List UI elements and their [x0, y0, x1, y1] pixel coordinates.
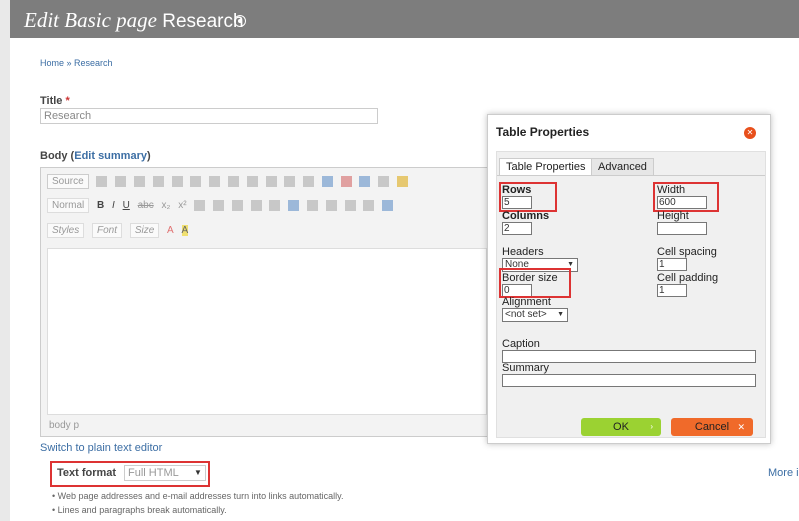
toolbar-row-2: Normal B I U abc x₂ x²	[47, 198, 398, 217]
height-input[interactable]	[657, 222, 707, 235]
headers-label: Headers	[502, 246, 544, 258]
breadcrumb[interactable]: Home » Research	[40, 58, 113, 68]
table-properties-dialog: Table Properties ✕ Table Properties Adva…	[487, 114, 771, 444]
dialog-body: Table Properties Advanced Rows 5 Columns…	[496, 151, 766, 438]
outdent-icon[interactable]	[231, 199, 243, 211]
cell-spacing-input[interactable]: 1	[657, 258, 687, 271]
columns-input[interactable]: 2	[502, 222, 532, 235]
tip-item: • Web page addresses and e-mail addresse…	[52, 491, 344, 501]
copy-icon[interactable]	[115, 175, 127, 187]
tip-item: • Lines and paragraphs break automatical…	[52, 505, 227, 515]
tab-divider	[497, 175, 765, 176]
edit-summary-link[interactable]: Edit summary	[74, 150, 147, 162]
align-right-icon[interactable]	[325, 199, 337, 211]
paste-word-icon[interactable]	[171, 175, 183, 187]
cut-icon[interactable]	[96, 175, 108, 187]
image-icon[interactable]	[321, 175, 333, 187]
toolbar-row-1: Source	[47, 174, 413, 193]
underline-button[interactable]: U	[123, 200, 130, 211]
strike-button[interactable]: abc	[138, 200, 154, 211]
smiley-icon[interactable]	[396, 175, 408, 187]
redo-icon[interactable]	[227, 175, 239, 187]
chevron-down-icon: ▼	[194, 468, 202, 477]
more-info-link[interactable]: More i	[768, 467, 799, 479]
size-select[interactable]: Size	[129, 223, 160, 238]
blockquote-icon[interactable]	[269, 199, 281, 211]
ltr-icon[interactable]	[363, 199, 375, 211]
select-all-icon[interactable]	[284, 175, 296, 187]
undo-icon[interactable]	[209, 175, 221, 187]
columns-label: Columns	[502, 210, 550, 222]
element-path: body p	[49, 420, 80, 431]
numbered-list-icon[interactable]	[194, 199, 206, 211]
summary-label: Summary	[502, 362, 550, 374]
table-icon[interactable]	[359, 175, 371, 187]
body-label: Body (Edit summary)	[40, 150, 151, 162]
toolbar-row-3: Styles Font Size A A	[47, 223, 193, 242]
tab-advanced[interactable]: Advanced	[591, 158, 654, 176]
superscript-button[interactable]: x²	[178, 200, 186, 211]
rows-highlight	[499, 182, 557, 212]
flash-icon[interactable]	[340, 175, 352, 187]
align-left-icon[interactable]	[288, 199, 300, 211]
text-format-label: Text format	[57, 467, 117, 479]
page-title: Edit Basic page Research	[24, 8, 244, 32]
italic-button[interactable]: I	[112, 200, 115, 211]
replace-icon[interactable]	[265, 175, 277, 187]
horizontal-rule-icon[interactable]	[378, 175, 390, 187]
left-strip	[0, 0, 10, 521]
indent-icon[interactable]	[250, 199, 262, 211]
justify-icon[interactable]	[344, 199, 356, 211]
width-highlight	[653, 182, 719, 212]
alignment-select[interactable]: <not set> ▼	[502, 308, 568, 322]
caption-label: Caption	[502, 338, 540, 350]
title-label: Title *	[40, 95, 70, 107]
height-label: Height	[657, 210, 689, 222]
align-center-icon[interactable]	[307, 199, 318, 211]
cell-padding-input[interactable]: 1	[657, 284, 687, 297]
cancel-button[interactable]: Cancel ✕	[671, 418, 753, 436]
ok-button[interactable]: OK ›	[581, 418, 661, 436]
cell-padding-label: Cell padding	[657, 272, 719, 284]
shortcut-icon[interactable]	[234, 15, 246, 27]
source-button[interactable]: Source	[47, 174, 89, 189]
editor-content-area[interactable]	[47, 248, 487, 415]
paste-text-icon[interactable]	[152, 175, 164, 187]
paste-icon[interactable]	[134, 175, 146, 187]
background-color-button[interactable]: A	[181, 225, 189, 236]
find-icon[interactable]	[246, 175, 258, 187]
border-size-highlight	[499, 268, 571, 298]
bulleted-list-icon[interactable]	[213, 199, 225, 211]
rtl-icon[interactable]	[382, 199, 394, 211]
rich-text-editor: Source Normal B I U abc x₂ x² Styles Fon…	[40, 167, 494, 437]
dialog-title: Table Properties	[496, 125, 590, 139]
styles-select[interactable]: Styles	[47, 223, 85, 238]
spellcheck-icon[interactable]	[190, 175, 202, 187]
title-input[interactable]: Research	[40, 108, 378, 124]
remove-format-icon[interactable]	[303, 175, 315, 187]
summary-input[interactable]	[502, 374, 756, 387]
tab-table-properties[interactable]: Table Properties	[499, 158, 593, 176]
switch-plain-editor-link[interactable]: Switch to plain text editor	[40, 442, 162, 454]
alignment-label: Alignment	[502, 296, 551, 308]
cell-spacing-label: Cell spacing	[657, 246, 717, 258]
bold-button[interactable]: B	[97, 200, 104, 211]
format-select[interactable]: Normal	[47, 198, 90, 213]
text-color-button[interactable]: A	[167, 225, 174, 236]
close-icon[interactable]: ✕	[744, 127, 756, 139]
subscript-button[interactable]: x₂	[162, 200, 171, 211]
font-select[interactable]: Font	[92, 223, 123, 238]
